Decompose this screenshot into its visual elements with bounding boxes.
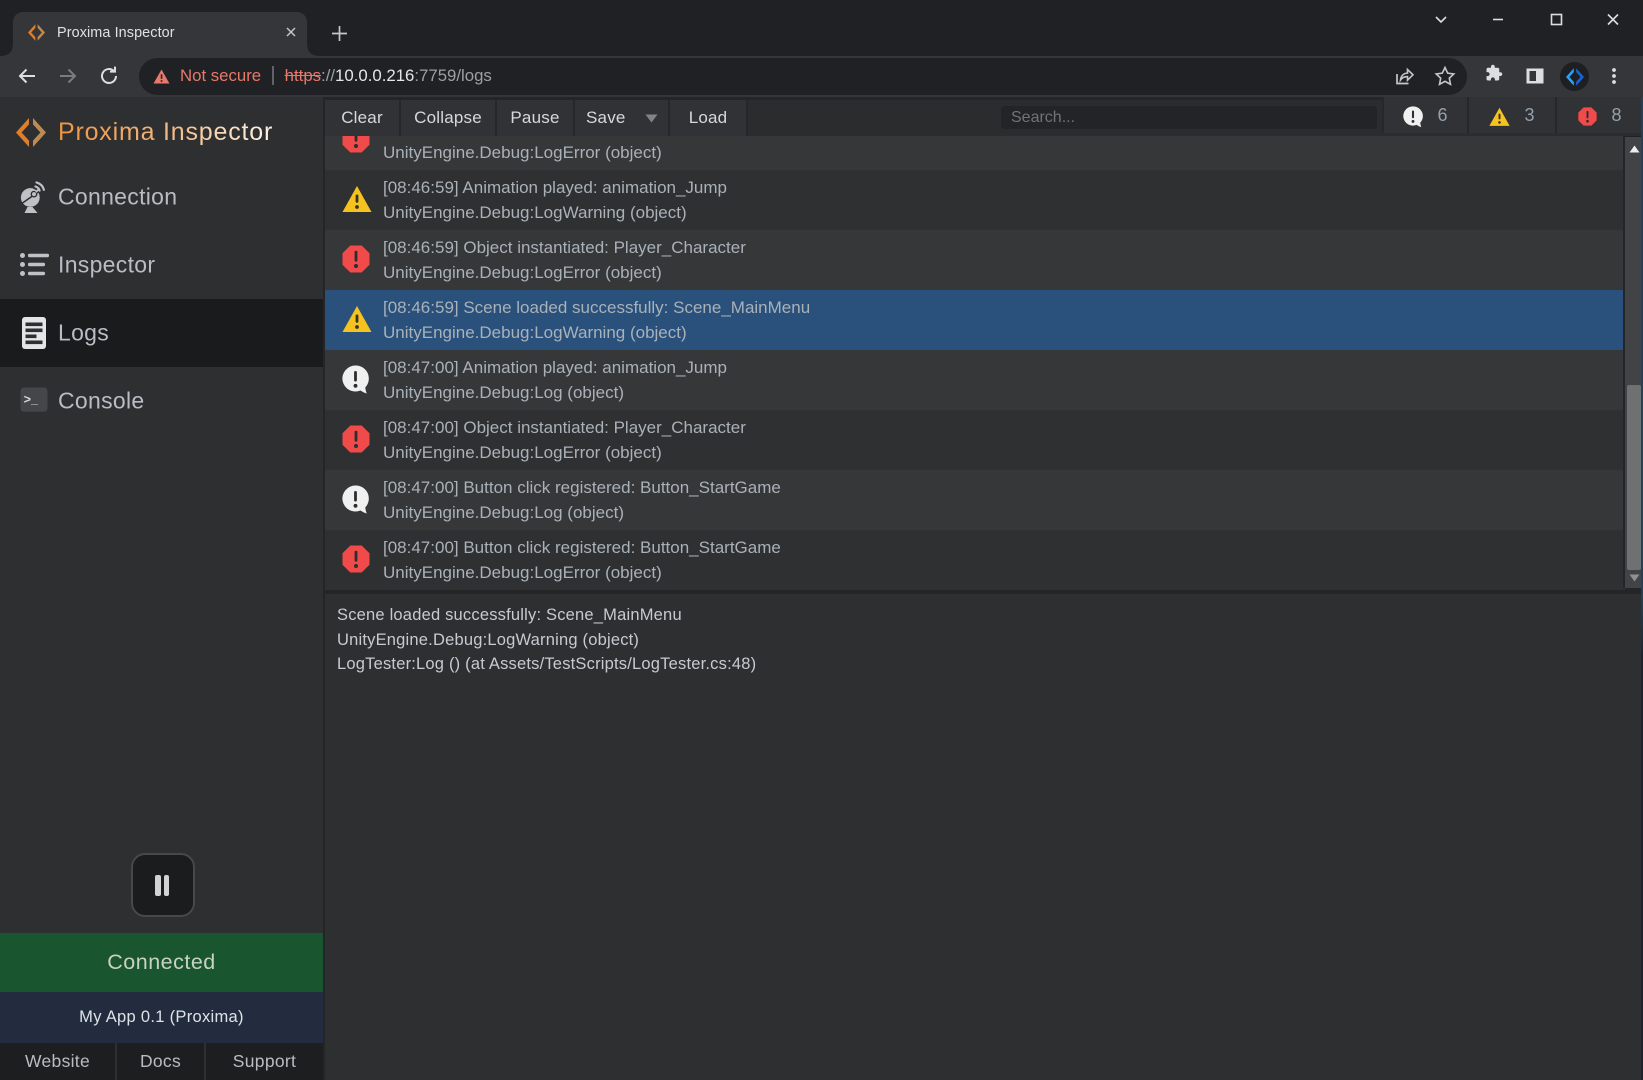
svg-text:>_: >_ bbox=[24, 392, 39, 406]
